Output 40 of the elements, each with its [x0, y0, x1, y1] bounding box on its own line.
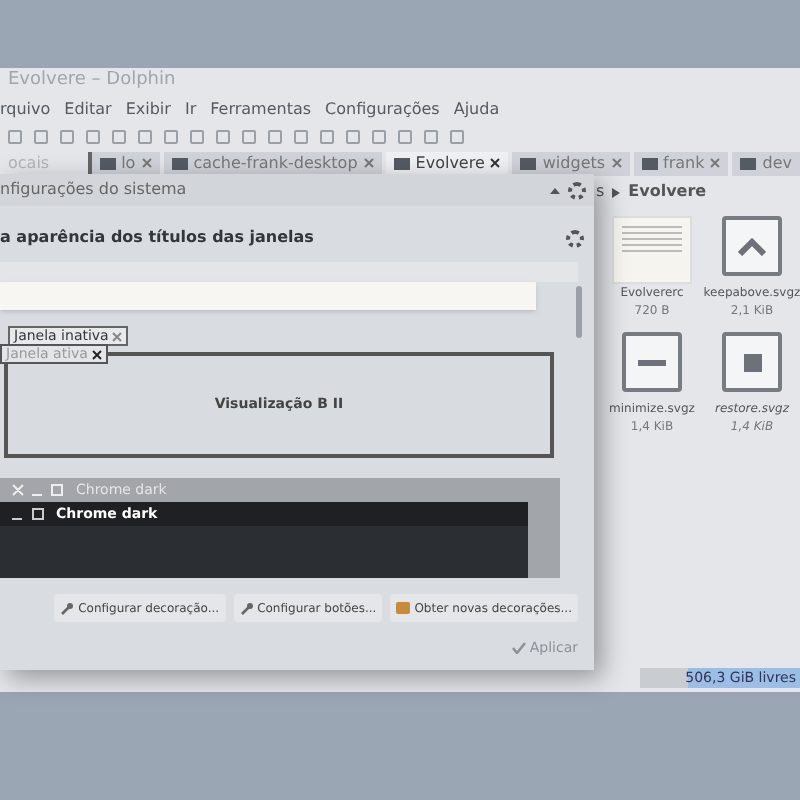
breadcrumb-item[interactable]: Evolvere — [628, 180, 707, 204]
collapse-icon[interactable] — [550, 187, 560, 193]
close-icon[interactable] — [490, 158, 501, 168]
close-icon — [91, 349, 102, 359]
menu-item[interactable]: rquivo — [0, 97, 51, 121]
window-buttons-icon — [12, 484, 64, 496]
folder-icon — [99, 157, 116, 169]
folder-icon — [520, 157, 537, 169]
image-file-icon — [722, 332, 782, 392]
settings-icon[interactable] — [566, 229, 584, 247]
menu-item[interactable]: Ferramentas — [210, 97, 312, 121]
text-file-icon — [612, 216, 692, 284]
menu-item[interactable]: Ir — [184, 97, 197, 121]
window-title: Evolvere – Dolphin — [8, 68, 176, 95]
search-field[interactable] — [0, 262, 578, 282]
check-icon — [511, 642, 526, 654]
settings-icon[interactable] — [568, 181, 586, 199]
menu-item[interactable]: Exibir — [125, 97, 171, 121]
menu-item[interactable]: Editar — [64, 97, 112, 121]
tab[interactable]: dev — [732, 151, 800, 175]
tab[interactable]: lo — [91, 151, 160, 175]
folder-icon — [393, 157, 410, 169]
tab[interactable]: frank — [633, 151, 729, 175]
close-icon — [112, 331, 123, 341]
page-heading: a aparência dos títulos das janelas — [0, 226, 316, 250]
menu-item[interactable]: Configurações — [325, 97, 440, 121]
image-file-icon — [622, 332, 682, 392]
folder-icon — [641, 157, 658, 169]
tab[interactable]: Evolvere — [385, 151, 509, 175]
dialog-title: nfigurações do sistema — [0, 178, 189, 202]
folder-icon — [740, 157, 757, 169]
tab[interactable]: widgets — [512, 151, 630, 175]
window-buttons-icon — [12, 508, 44, 520]
tab[interactable]: cache-frank-desktop — [163, 151, 382, 175]
menu-item[interactable]: Ajuda — [453, 97, 500, 121]
box-icon — [396, 602, 411, 614]
breadcrumb-item[interactable]: s — [596, 180, 605, 204]
folder-icon — [171, 157, 188, 169]
scrollbar-handle[interactable] — [576, 286, 582, 338]
image-file-icon — [722, 216, 782, 276]
